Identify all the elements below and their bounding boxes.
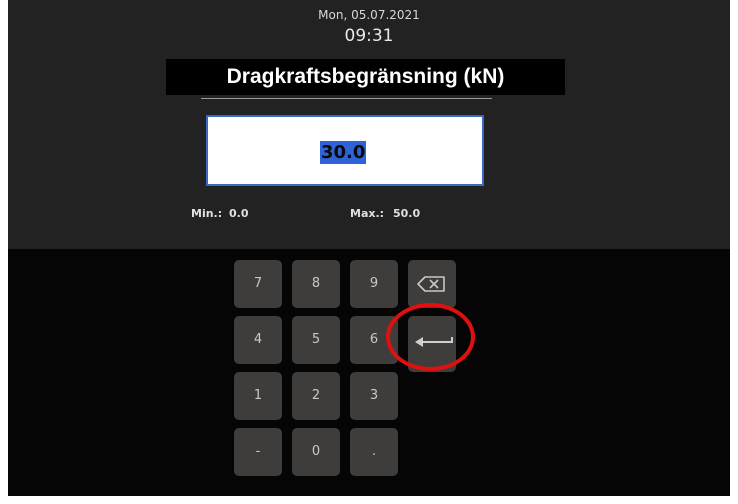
key-5[interactable]: 5 (292, 316, 340, 364)
dialog-title: Dragkraftsbegränsning (kN) (226, 65, 505, 88)
key-3[interactable]: 3 (350, 372, 398, 420)
key-8[interactable]: 8 (292, 260, 340, 308)
key-4[interactable]: 4 (234, 316, 282, 364)
min-value: 0.0 (229, 207, 249, 220)
highlight-circle (386, 303, 475, 371)
key-7[interactable]: 7 (234, 260, 282, 308)
title-divider (201, 98, 492, 99)
key-decimal[interactable]: . (350, 428, 398, 476)
key-minus[interactable]: - (234, 428, 282, 476)
backspace-button[interactable] (408, 260, 456, 308)
value-selected-text: 30.0 (320, 141, 367, 164)
key-9[interactable]: 9 (350, 260, 398, 308)
key-1[interactable]: 1 (234, 372, 282, 420)
key-2[interactable]: 2 (292, 372, 340, 420)
clock-display: 09:31 (344, 26, 394, 46)
min-label: Min.: (191, 207, 223, 220)
date-display: Mon, 05.07.2021 (318, 8, 420, 22)
input-dialog-panel: Mon, 05.07.2021 09:31 Dragkraftsbegränsn… (8, 0, 730, 249)
max-label: Max.: (350, 207, 385, 220)
max-value: 50.0 (393, 207, 421, 220)
device-screen: Mon, 05.07.2021 09:31 Dragkraftsbegränsn… (8, 0, 730, 496)
value-input-field[interactable]: 30.0 (206, 115, 484, 186)
dialog-title-bar: Dragkraftsbegränsning (kN) (166, 59, 565, 95)
key-0[interactable]: 0 (292, 428, 340, 476)
backspace-icon (417, 276, 445, 292)
